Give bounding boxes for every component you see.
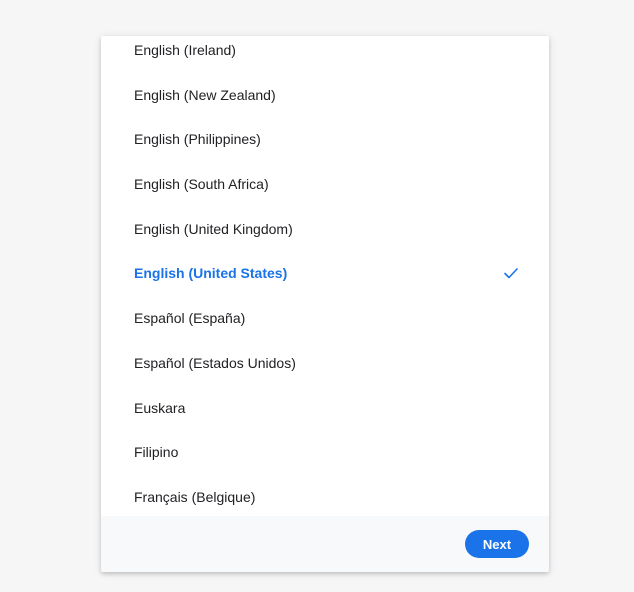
language-option-francais-belgique[interactable]: Français (Belgique) — [101, 475, 549, 516]
language-option-label: English (Philippines) — [134, 131, 261, 147]
checkmark-icon — [504, 268, 518, 279]
language-option-label: Filipino — [134, 444, 179, 460]
language-option-label: English (United States) — [134, 265, 288, 281]
language-option-english-new-zealand[interactable]: English (New Zealand) — [101, 73, 549, 117]
language-option-euskara[interactable]: Euskara — [101, 386, 549, 430]
language-option-english-ireland[interactable]: English (Ireland) — [101, 36, 549, 72]
dialog-footer: Next — [101, 516, 549, 572]
language-option-english-south-africa[interactable]: English (South Africa) — [101, 162, 549, 206]
page-background: English (Ireland) English (New Zealand) … — [0, 0, 634, 592]
language-option-espanol-estados-unidos[interactable]: Español (Estados Unidos) — [101, 341, 549, 385]
next-button[interactable]: Next — [465, 530, 529, 558]
language-picker-dialog: English (Ireland) English (New Zealand) … — [101, 36, 549, 572]
language-option-filipino[interactable]: Filipino — [101, 430, 549, 474]
language-option-label: Français (Belgique) — [134, 489, 256, 505]
language-option-label: English (South Africa) — [134, 176, 269, 192]
language-option-label: English (United Kingdom) — [134, 221, 293, 237]
language-option-english-united-states[interactable]: English (United States) — [101, 251, 549, 295]
language-list[interactable]: English (Ireland) English (New Zealand) … — [101, 36, 549, 516]
language-option-label: English (New Zealand) — [134, 87, 276, 103]
language-option-label: Español (Estados Unidos) — [134, 355, 296, 371]
language-option-english-philippines[interactable]: English (Philippines) — [101, 117, 549, 161]
language-option-espanol-espana[interactable]: Español (España) — [101, 296, 549, 340]
language-option-label: English (Ireland) — [134, 42, 236, 58]
language-option-label: Español (España) — [134, 310, 246, 326]
language-option-label: Euskara — [134, 400, 186, 416]
language-option-english-united-kingdom[interactable]: English (United Kingdom) — [101, 207, 549, 251]
